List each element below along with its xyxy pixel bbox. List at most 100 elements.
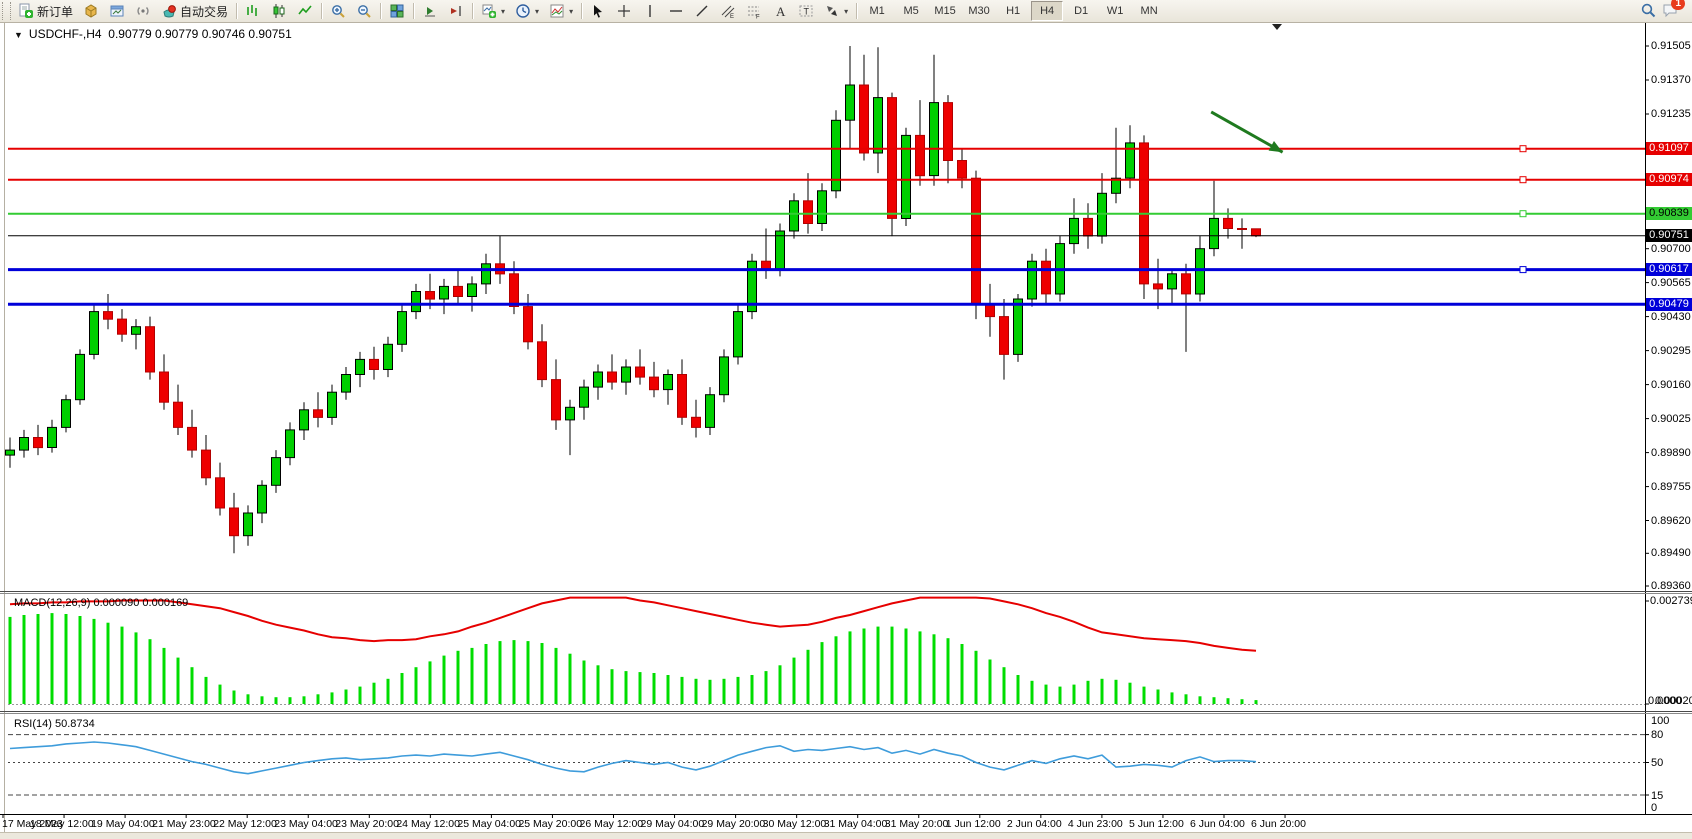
time-axis-label[interactable]: 21 May 23:00 bbox=[152, 818, 216, 830]
candle-down bbox=[1238, 229, 1247, 230]
hline-handle-0.90974[interactable] bbox=[1520, 177, 1526, 183]
timeframe-mn-button[interactable]: MN bbox=[1133, 1, 1165, 21]
time-axis-label[interactable]: 1 Jun 12:00 bbox=[946, 818, 1001, 830]
signals-button[interactable] bbox=[130, 0, 156, 22]
auto-trading-button[interactable]: 自动交易 bbox=[156, 0, 233, 22]
time-axis-label[interactable]: 19 May 04:00 bbox=[91, 818, 155, 830]
time-axis-label[interactable]: 30 May 12:00 bbox=[763, 818, 827, 830]
price-tick-label: 0.90700 bbox=[1651, 244, 1692, 255]
market-box-icon bbox=[83, 3, 99, 19]
price-badge-0.90839: 0.90839 bbox=[1646, 207, 1692, 220]
text-button[interactable]: A bbox=[767, 0, 793, 22]
auto-scroll-button[interactable] bbox=[443, 0, 469, 22]
hline-handle-0.90617[interactable] bbox=[1520, 267, 1526, 273]
time-axis-label[interactable]: 25 May 04:00 bbox=[457, 818, 521, 830]
candle-up bbox=[580, 387, 589, 407]
timeframe-m15-button[interactable]: M15 bbox=[929, 1, 961, 21]
time-axis-label[interactable]: 29 May 04:00 bbox=[641, 818, 705, 830]
time-axis-label[interactable]: 6 Jun 04:00 bbox=[1190, 818, 1245, 830]
notifications-button[interactable]: 1 bbox=[1662, 2, 1678, 21]
time-axis-label[interactable]: 5 Jun 12:00 bbox=[1129, 818, 1184, 830]
candle-up bbox=[6, 450, 15, 455]
time-axis-label[interactable]: 6 Jun 20:00 bbox=[1251, 818, 1306, 830]
toolbar-separator bbox=[581, 3, 582, 19]
candle-up bbox=[930, 103, 939, 176]
text-label-button[interactable]: T bbox=[793, 0, 819, 22]
search-icon[interactable] bbox=[1640, 2, 1656, 21]
macd-bar bbox=[1157, 690, 1160, 705]
zoom-out-button[interactable] bbox=[351, 0, 377, 22]
timeframe-m30-button[interactable]: M30 bbox=[963, 1, 995, 21]
macd-bar bbox=[751, 675, 754, 704]
trend-line-button[interactable] bbox=[689, 0, 715, 22]
time-axis-label[interactable]: 26 May 12:00 bbox=[580, 818, 644, 830]
chart-collapse-icon[interactable]: ▼ bbox=[14, 30, 23, 40]
time-axis-label[interactable]: 24 May 12:00 bbox=[396, 818, 460, 830]
vertical-line-button[interactable] bbox=[637, 0, 663, 22]
new-order-label: 新订单 bbox=[37, 3, 73, 20]
dropdown-arrow-icon[interactable]: ▾ bbox=[569, 7, 573, 16]
time-axis-label[interactable]: 4 Jun 23:00 bbox=[1068, 818, 1123, 830]
arrows-icon bbox=[824, 3, 840, 19]
timeframe-d1-button[interactable]: D1 bbox=[1065, 1, 1097, 21]
macd-bar bbox=[177, 658, 180, 704]
timeframe-m5-button[interactable]: M5 bbox=[895, 1, 927, 21]
bar-chart-button[interactable] bbox=[240, 0, 266, 22]
dropdown-arrow-icon[interactable]: ▾ bbox=[535, 7, 539, 16]
arrows-button[interactable]: ▾ bbox=[819, 0, 853, 22]
candlestick-chart-button[interactable] bbox=[266, 0, 292, 22]
time-axis-label[interactable]: 31 May 04:00 bbox=[824, 818, 888, 830]
macd-bar bbox=[1003, 667, 1006, 704]
cursor-button[interactable] bbox=[585, 0, 611, 22]
dropdown-arrow-icon[interactable]: ▾ bbox=[844, 7, 848, 16]
chart-canvas[interactable] bbox=[0, 0, 1692, 838]
macd-bar bbox=[401, 673, 404, 704]
candle-up bbox=[76, 354, 85, 399]
time-axis-label[interactable]: 23 May 04:00 bbox=[274, 818, 338, 830]
time-axis-label[interactable]: 31 May 20:00 bbox=[885, 818, 949, 830]
indicators-list-button[interactable]: ▾ bbox=[544, 0, 578, 22]
symbol-period-label: USDCHF-,H4 bbox=[29, 27, 102, 41]
candle-up bbox=[132, 327, 141, 335]
time-axis-label[interactable]: 2 Jun 04:00 bbox=[1007, 818, 1062, 830]
crosshair-button[interactable] bbox=[611, 0, 637, 22]
candle-up bbox=[566, 407, 575, 420]
time-axis-label[interactable]: 22 May 12:00 bbox=[213, 818, 277, 830]
macd-bar bbox=[1087, 681, 1090, 704]
chart-shift-button[interactable] bbox=[417, 0, 443, 22]
chart-window-button[interactable] bbox=[104, 0, 130, 22]
dropdown-arrow-icon[interactable]: ▾ bbox=[501, 7, 505, 16]
market-box-button[interactable] bbox=[78, 0, 104, 22]
macd-bar bbox=[79, 616, 82, 704]
timeframe-h1-button[interactable]: H1 bbox=[997, 1, 1029, 21]
line-chart-button[interactable] bbox=[292, 0, 318, 22]
toolbar-separator bbox=[413, 3, 414, 19]
time-axis-label[interactable]: 23 May 20:00 bbox=[335, 818, 399, 830]
hline-handle-0.91097[interactable] bbox=[1520, 146, 1526, 152]
horizontal-line-button[interactable] bbox=[663, 0, 689, 22]
candle-down bbox=[916, 135, 925, 175]
timeframe-m1-button[interactable]: M1 bbox=[861, 1, 893, 21]
macd-bar bbox=[597, 665, 600, 704]
candle-up bbox=[48, 427, 57, 447]
zoom-in-button[interactable] bbox=[325, 0, 351, 22]
candle-down bbox=[118, 319, 127, 334]
candle-up bbox=[300, 410, 309, 430]
hline-handle-0.90839[interactable] bbox=[1520, 211, 1526, 217]
fibonacci-button[interactable]: F bbox=[741, 0, 767, 22]
rsi-label: RSI(14) 50.8734 bbox=[14, 718, 95, 730]
tile-windows-button[interactable] bbox=[384, 0, 410, 22]
macd-bar bbox=[835, 636, 838, 704]
equidistant-channel-button[interactable]: E bbox=[715, 0, 741, 22]
toolbar-grip[interactable] bbox=[2, 2, 11, 20]
time-axis-label[interactable]: 25 May 20:00 bbox=[518, 818, 582, 830]
timeframe-w1-button[interactable]: W1 bbox=[1099, 1, 1131, 21]
new-order-button[interactable]: 新订单 bbox=[13, 0, 78, 22]
timeframe-h4-button[interactable]: H4 bbox=[1031, 1, 1063, 21]
macd-bar bbox=[821, 642, 824, 704]
candle-down bbox=[1252, 229, 1261, 236]
profiles-button[interactable]: ▾ bbox=[510, 0, 544, 22]
new-chart-button[interactable]: ▾ bbox=[476, 0, 510, 22]
time-axis-label[interactable]: 18 May 12:00 bbox=[30, 818, 94, 830]
time-axis-label[interactable]: 29 May 20:00 bbox=[702, 818, 766, 830]
